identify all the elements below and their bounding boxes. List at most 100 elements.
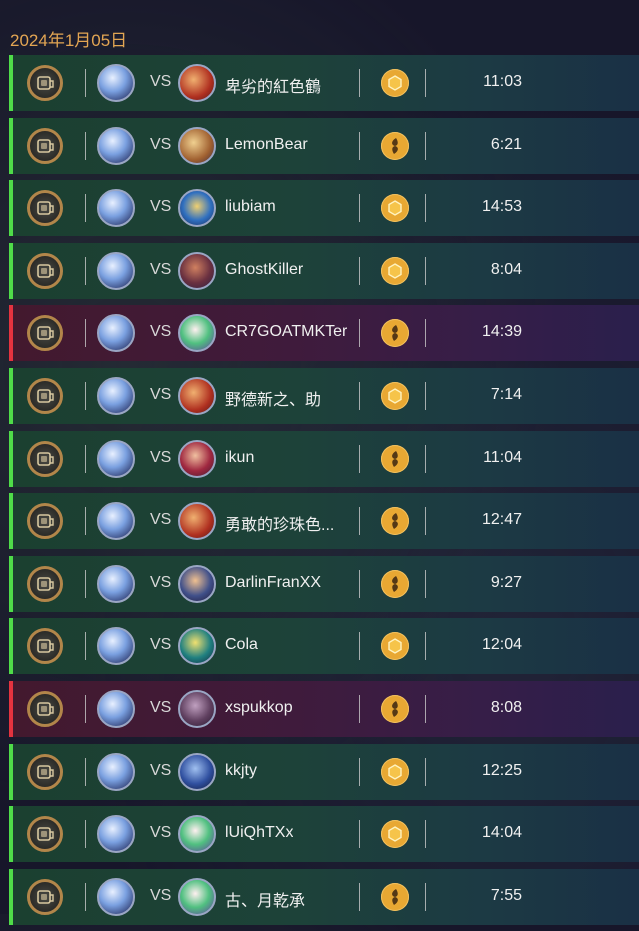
opponent-name: 野德新之、助 [225, 391, 322, 409]
vs-label: VS [150, 636, 172, 654]
match-row[interactable]: VS DarlinFranXX 9:27 [9, 555, 639, 612]
divider [425, 820, 426, 849]
deck-class-icon [27, 753, 63, 790]
match-row[interactable]: VS CR7GOATMKTer 14:39 [9, 305, 639, 362]
deck-class-icon [27, 503, 63, 540]
hexagon-coin-icon [381, 757, 409, 786]
opponent-name: 卑劣的紅色鶴 [225, 79, 322, 96]
match-row[interactable]: VS 野德新之、助 7:14 [9, 367, 639, 424]
opponent-portrait [178, 752, 216, 791]
hexagon-coin-icon [381, 632, 409, 661]
player-portrait [97, 126, 135, 165]
swirl-coin-icon [381, 444, 409, 473]
player-portrait [97, 752, 135, 791]
opponent-portrait [178, 314, 216, 353]
player-portrait [97, 439, 135, 478]
divider [85, 131, 86, 160]
vs-label: VS [150, 698, 172, 716]
match-row[interactable]: VS 古、月乾承 7:55 [9, 868, 639, 925]
swirl-coin-icon [381, 507, 409, 536]
swirl-coin-icon [381, 319, 409, 348]
divider [425, 569, 426, 598]
divider [85, 507, 86, 536]
match-row[interactable]: VS 勇敢的珍珠色... 12:47 [9, 493, 639, 550]
match-duration: 9:27 [490, 573, 522, 591]
opponent-portrait [178, 815, 216, 854]
player-portrait [97, 627, 135, 666]
swirl-coin-icon [381, 131, 409, 160]
opponent-name: LemonBear [225, 135, 308, 153]
divider [425, 69, 426, 97]
opponent-portrait [178, 376, 216, 415]
divider [85, 381, 86, 410]
deck-class-icon [27, 816, 63, 853]
divider [85, 194, 86, 223]
divider [425, 194, 426, 223]
opponent-name: lUiQhTXx [225, 824, 294, 842]
divider [359, 256, 360, 285]
match-row[interactable]: VS 卑劣的紅色鶴 11:03 [9, 55, 639, 111]
divider [425, 131, 426, 160]
hexagon-coin-icon [381, 820, 409, 849]
player-portrait [97, 189, 135, 228]
divider [85, 444, 86, 473]
match-row[interactable]: VS GhostKiller 8:04 [9, 242, 639, 299]
divider [359, 319, 360, 348]
deck-class-icon [27, 377, 63, 414]
divider [359, 69, 360, 97]
deck-class-icon [27, 190, 63, 227]
divider [85, 820, 86, 849]
swirl-coin-icon [381, 694, 409, 723]
deck-class-icon [27, 878, 63, 915]
divider [85, 69, 86, 97]
match-row[interactable]: VS liubiam 14:53 [9, 180, 639, 237]
deck-class-icon [27, 690, 63, 727]
vs-label: VS [150, 73, 172, 90]
date-header: 2024年1月05日 [10, 31, 128, 50]
divider [359, 882, 360, 911]
vs-label: VS [150, 448, 172, 466]
match-row[interactable]: VS LemonBear 6:21 [9, 117, 639, 174]
match-row[interactable]: VS kkjty 12:25 [9, 743, 639, 800]
player-portrait [97, 251, 135, 290]
vs-label: VS [150, 323, 172, 341]
deck-class-icon [27, 565, 63, 602]
divider [425, 381, 426, 410]
vs-label: VS [150, 886, 172, 904]
player-portrait [97, 564, 135, 603]
vs-label: VS [150, 385, 172, 403]
match-list: VS 卑劣的紅色鶴 11:03 VS LemonBear 6:21 VS liubiam 14:… [9, 55, 639, 931]
opponent-portrait [178, 877, 216, 916]
divider [359, 444, 360, 473]
opponent-portrait [178, 502, 216, 541]
match-row[interactable]: VS Cola 12:04 [9, 618, 639, 675]
opponent-portrait [178, 439, 216, 478]
match-row[interactable]: VS xspukkop 8:08 [9, 680, 639, 737]
match-duration: 7:14 [490, 385, 522, 403]
match-row[interactable]: VS lUiQhTXx 14:04 [9, 806, 639, 863]
deck-class-icon [27, 315, 63, 352]
vs-label: VS [150, 761, 172, 779]
vs-label: VS [150, 511, 172, 529]
opponent-portrait [178, 189, 216, 228]
divider [359, 632, 360, 661]
opponent-portrait [178, 251, 216, 290]
match-duration: 14:53 [481, 198, 522, 216]
opponent-portrait [178, 627, 216, 666]
match-duration: 14:39 [481, 323, 522, 341]
match-duration: 11:03 [483, 73, 522, 90]
match-row[interactable]: VS ikun 11:04 [9, 430, 639, 487]
opponent-name: DarlinFranXX [225, 573, 322, 591]
deck-class-icon [27, 252, 63, 289]
hexagon-coin-icon [381, 194, 409, 223]
vs-label: VS [150, 573, 172, 591]
opponent-portrait [178, 689, 216, 728]
divider [425, 319, 426, 348]
divider [85, 569, 86, 598]
opponent-name: 古、月乾承 [225, 892, 306, 910]
player-portrait [97, 815, 135, 854]
opponent-name: 勇敢的珍珠色... [225, 517, 335, 535]
divider [425, 632, 426, 661]
divider [359, 694, 360, 723]
match-duration: 12:47 [481, 511, 522, 529]
